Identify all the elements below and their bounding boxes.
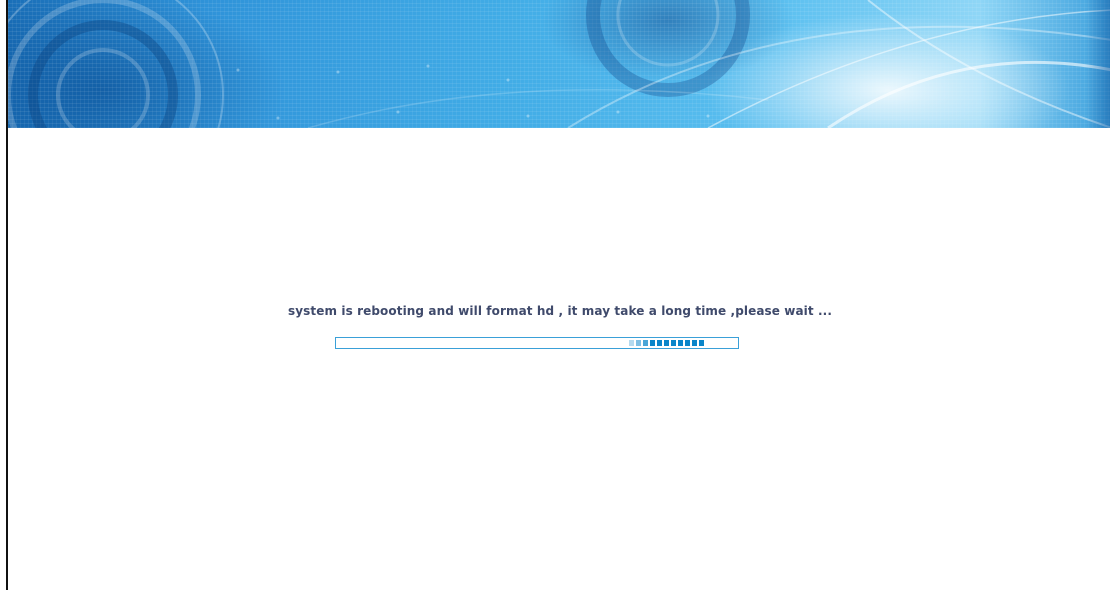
- banner-decoration: [8, 0, 1110, 128]
- status-message: system is rebooting and will format hd ,…: [288, 304, 832, 318]
- header-banner: [8, 0, 1110, 128]
- progress-block: [643, 340, 648, 346]
- progress-block: [678, 340, 683, 346]
- progress-block: [664, 340, 669, 346]
- banner-edge: [1086, 0, 1110, 128]
- page-frame: system is rebooting and will format hd ,…: [6, 0, 1110, 590]
- progress-block: [685, 340, 690, 346]
- progress-block: [657, 340, 662, 346]
- progress-block: [699, 340, 704, 346]
- progress-block: [650, 340, 655, 346]
- progress-block: [636, 340, 641, 346]
- progress-block: [671, 340, 676, 346]
- progress-block: [629, 340, 634, 346]
- progress-block: [692, 340, 697, 346]
- progress-bar: [335, 337, 739, 349]
- progress-indicator: [629, 340, 704, 346]
